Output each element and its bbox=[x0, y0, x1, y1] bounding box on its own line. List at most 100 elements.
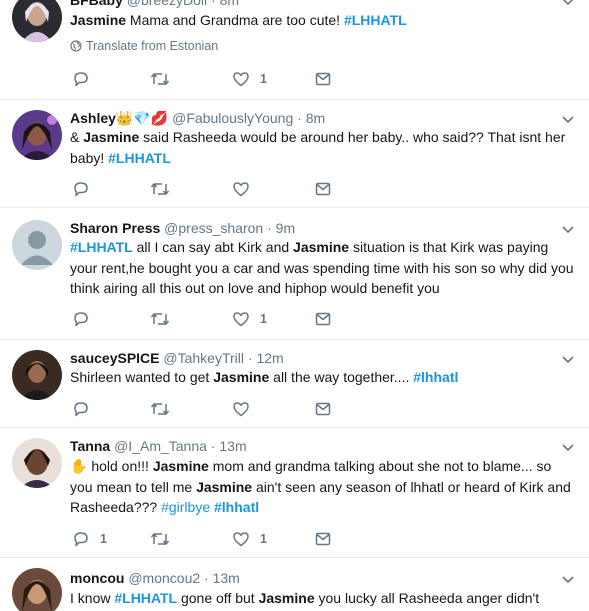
like-count: 1 bbox=[260, 312, 267, 326]
tweet[interactable]: Sharon Press @press_sharon · 9m #LHHATL … bbox=[0, 208, 589, 340]
tweet-text-segment: ✋ hold on!!! bbox=[70, 458, 153, 474]
direct-message-button[interactable] bbox=[314, 309, 332, 329]
handle[interactable]: @TahkeyTrill bbox=[163, 350, 244, 366]
timestamp[interactable]: 8m bbox=[220, 0, 239, 8]
timestamp[interactable]: 13m bbox=[219, 438, 246, 454]
tweet-header: Ashley👑💎💋 @FabulouslyYoung · 8m bbox=[70, 109, 559, 127]
reply-button[interactable] bbox=[72, 309, 100, 329]
like-button[interactable]: 1 bbox=[232, 309, 267, 329]
display-name[interactable]: moncou bbox=[70, 570, 124, 586]
avatar[interactable] bbox=[12, 568, 62, 611]
like-button[interactable] bbox=[232, 179, 260, 199]
direct-message-button[interactable] bbox=[314, 399, 332, 419]
tweet-text-segment: & bbox=[70, 129, 84, 145]
name-emoji: 👑 bbox=[115, 110, 134, 126]
like-icon bbox=[232, 310, 250, 328]
separator: · bbox=[267, 220, 272, 236]
display-name[interactable]: sauceySPICE bbox=[70, 350, 160, 366]
chevron-down-icon[interactable] bbox=[561, 0, 575, 8]
reply-icon bbox=[72, 70, 90, 88]
retweet-icon bbox=[150, 530, 170, 548]
tweet[interactable]: Ashley👑💎💋 @FabulouslyYoung · 8m & Jasmin… bbox=[0, 100, 589, 208]
action-bar: 1 bbox=[72, 69, 372, 89]
retweet-icon bbox=[150, 400, 170, 418]
avatar[interactable] bbox=[12, 110, 62, 160]
reply-button[interactable] bbox=[72, 179, 100, 199]
tweet[interactable]: sauceySPICE @TahkeyTrill · 12m Shirleen … bbox=[0, 340, 589, 428]
translate-link[interactable]: Translate from Estonian bbox=[70, 39, 218, 53]
name-emoji: 💎 bbox=[133, 110, 151, 126]
direct-message-icon bbox=[314, 400, 332, 418]
direct-message-button[interactable] bbox=[314, 179, 332, 199]
retweet-icon bbox=[150, 70, 170, 88]
timestamp[interactable]: 12m bbox=[256, 350, 283, 366]
hashtag-link[interactable]: #LHHATL bbox=[70, 239, 133, 255]
hashtag-link[interactable]: #girlbye bbox=[161, 499, 210, 515]
hashtag-link[interactable]: #LHHATL bbox=[108, 150, 171, 166]
retweet-button[interactable] bbox=[150, 69, 180, 89]
avatar[interactable] bbox=[12, 0, 62, 42]
timestamp[interactable]: 13m bbox=[213, 570, 240, 586]
like-button[interactable]: 1 bbox=[232, 529, 267, 549]
chevron-down-icon[interactable] bbox=[561, 112, 575, 126]
display-name[interactable]: Sharon Press bbox=[70, 220, 160, 236]
direct-message-button[interactable] bbox=[314, 529, 332, 549]
separator: · bbox=[210, 438, 216, 454]
separator: · bbox=[297, 110, 302, 126]
reply-button[interactable] bbox=[72, 399, 100, 419]
handle[interactable]: @I_Am_Tanna bbox=[114, 438, 207, 454]
like-button[interactable] bbox=[232, 399, 260, 419]
display-name[interactable]: Ashley bbox=[70, 110, 116, 126]
tweet-text: Jasmine Mama and Grandma are too cute! #… bbox=[70, 10, 575, 31]
handle[interactable]: @press_sharon bbox=[164, 220, 263, 236]
avatar[interactable] bbox=[12, 438, 62, 488]
separator: · bbox=[211, 0, 216, 8]
keyword-highlight: Jasmine bbox=[152, 458, 209, 474]
direct-message-button[interactable] bbox=[314, 69, 332, 89]
hashtag-link[interactable]: #LHHATL bbox=[114, 590, 177, 606]
like-icon bbox=[232, 180, 250, 198]
display-name[interactable]: Tanna bbox=[70, 438, 110, 454]
handle[interactable]: @breezyDoll bbox=[127, 0, 207, 8]
retweet-button[interactable] bbox=[150, 309, 180, 329]
retweet-button[interactable] bbox=[150, 399, 180, 419]
chevron-down-icon[interactable] bbox=[561, 222, 575, 236]
hashtag-link[interactable]: #LHHATL bbox=[344, 12, 407, 28]
tweet-header: sauceySPICE @TahkeyTrill · 12m bbox=[70, 349, 559, 367]
chevron-down-icon[interactable] bbox=[561, 440, 575, 454]
name-emoji: 💋 bbox=[150, 110, 169, 126]
like-button[interactable]: 1 bbox=[232, 69, 267, 89]
tweet-text: I know #LHHATL gone off but Jasmine you … bbox=[70, 588, 575, 611]
direct-message-icon bbox=[314, 70, 332, 88]
avatar[interactable] bbox=[12, 220, 62, 270]
reply-button[interactable]: 1 bbox=[72, 529, 107, 549]
action-bar: 1 bbox=[72, 309, 372, 329]
keyword-highlight: Jasmine bbox=[258, 590, 315, 606]
tweet-header: BFBaby @breezyDoll · 8m bbox=[70, 0, 559, 9]
tweet[interactable]: BFBaby @breezyDoll · 8m Jasmine Mama and… bbox=[0, 0, 589, 100]
handle[interactable]: @moncou2 bbox=[128, 570, 200, 586]
tweet[interactable]: moncou @moncou2 · 13m I know #LHHATL gon… bbox=[0, 558, 589, 611]
hashtag-link[interactable]: #lhhatl bbox=[214, 499, 259, 515]
tweet-text: #LHHATL all I can say abt Kirk and Jasmi… bbox=[70, 237, 575, 299]
retweet-button[interactable] bbox=[150, 179, 180, 199]
tweet-text-segment: gone off but bbox=[177, 590, 259, 606]
hashtag-link[interactable]: #lhhatl bbox=[413, 369, 458, 385]
keyword-highlight: Jasmine bbox=[70, 12, 127, 28]
tweet[interactable]: Tanna @I_Am_Tanna · 13m ✋ hold on!!! Jas… bbox=[0, 428, 589, 558]
timestamp[interactable]: 8m bbox=[306, 110, 325, 126]
tweet-text-segment: all the way together.... bbox=[269, 369, 414, 385]
chevron-down-icon[interactable] bbox=[561, 352, 575, 366]
avatar[interactable] bbox=[12, 350, 62, 400]
like-count: 1 bbox=[260, 72, 267, 86]
chevron-down-icon[interactable] bbox=[561, 572, 575, 586]
reply-button[interactable] bbox=[72, 69, 100, 89]
reply-icon bbox=[72, 400, 90, 418]
retweet-button[interactable] bbox=[150, 529, 180, 549]
action-bar: 11 bbox=[72, 529, 372, 549]
tweet-text-segment: Mama and Grandma are too cute! bbox=[126, 12, 344, 28]
display-name[interactable]: BFBaby bbox=[70, 0, 123, 8]
timestamp[interactable]: 9m bbox=[276, 220, 295, 236]
retweet-icon bbox=[150, 310, 170, 328]
handle[interactable]: @FabulouslyYoung bbox=[172, 110, 293, 126]
